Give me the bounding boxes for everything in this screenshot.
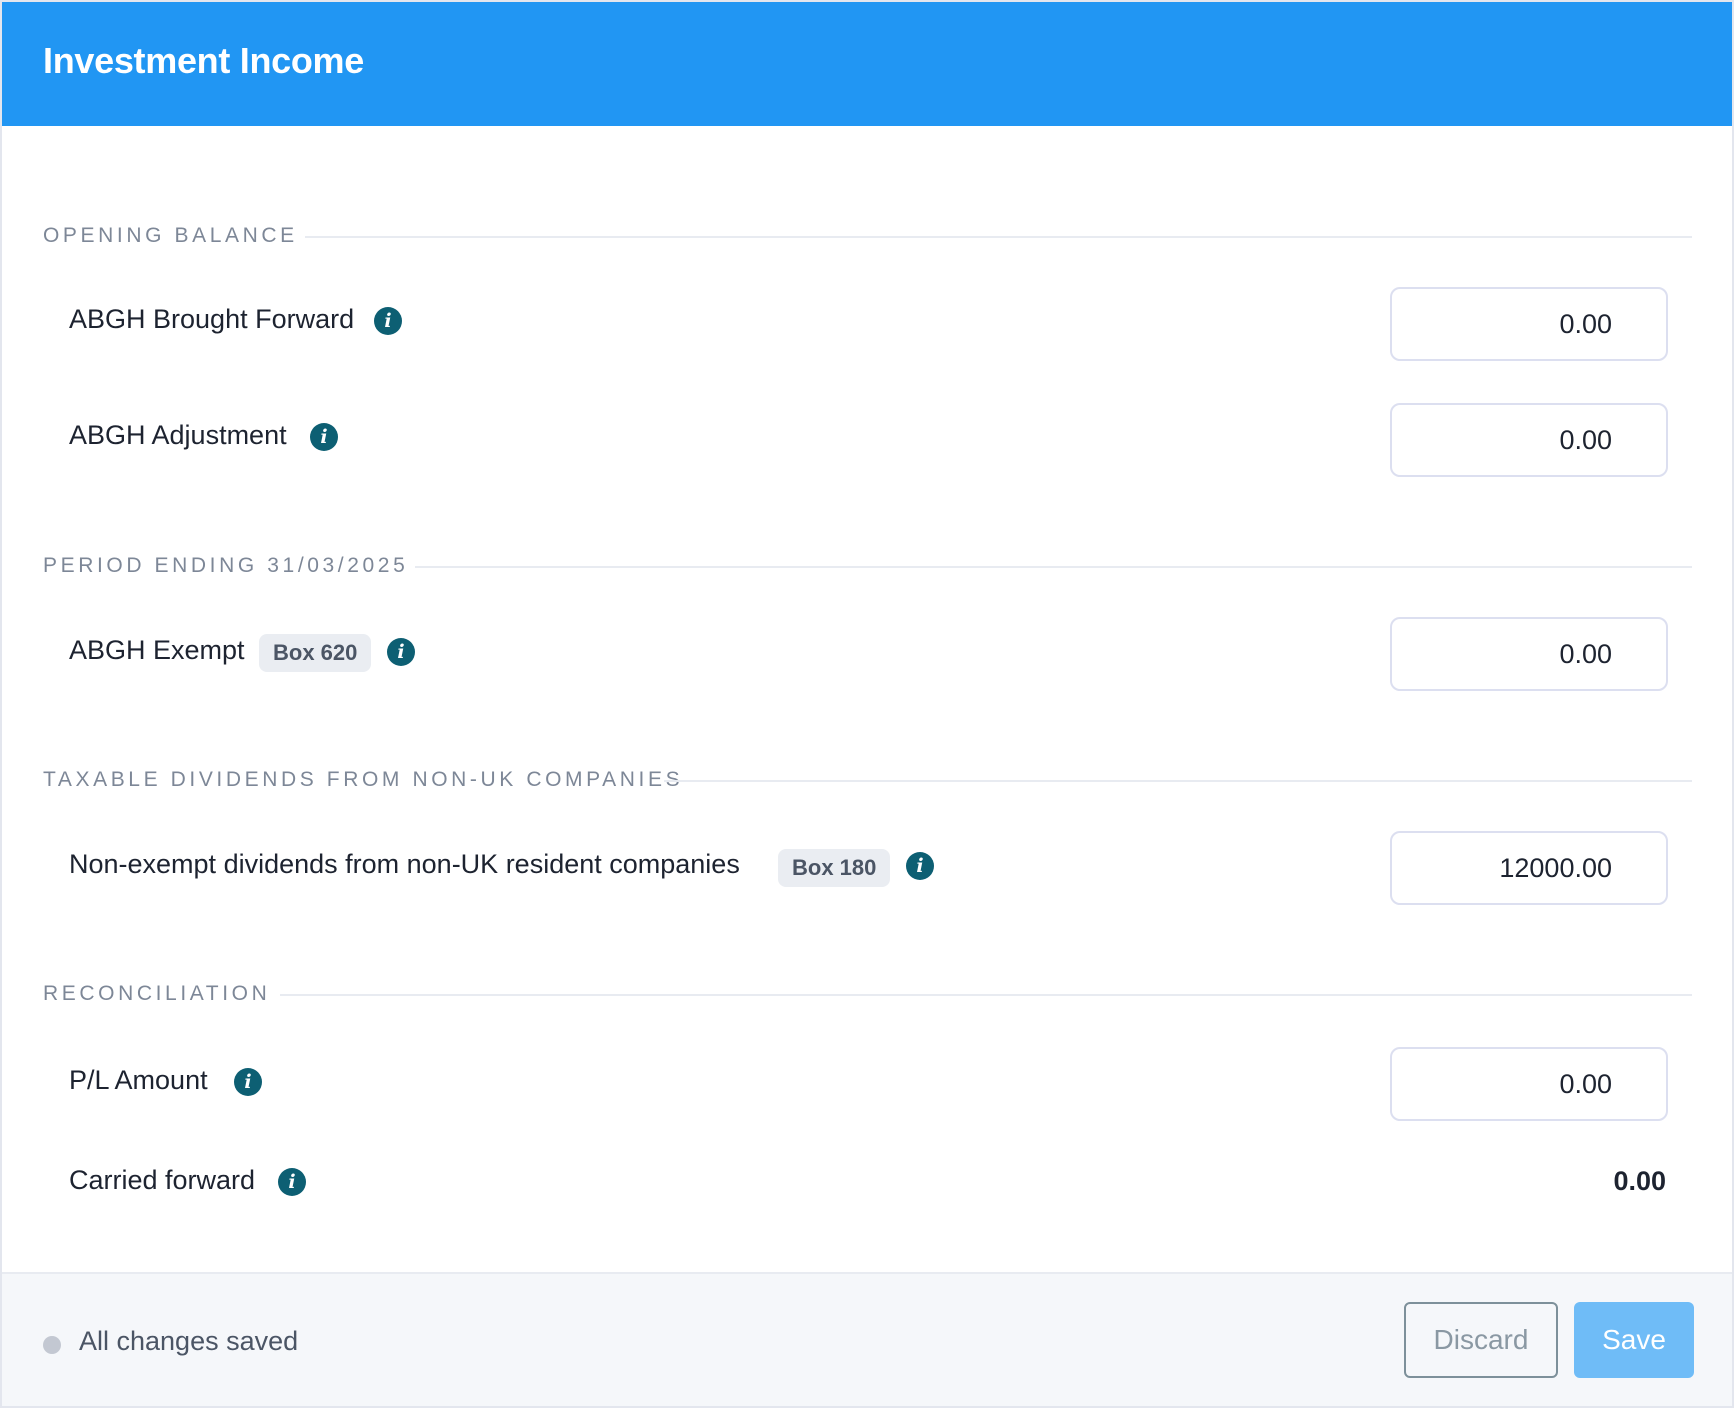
abgh-exempt-input[interactable] [1390,617,1668,691]
info-icon[interactable]: i [234,1068,262,1096]
discard-button[interactable]: Discard [1404,1302,1558,1378]
page-title: Investment Income [43,40,364,81]
panel-header: Investment Income [2,2,1732,126]
info-icon[interactable]: i [278,1168,306,1196]
panel-footer: All changes saved Discard Save [2,1272,1732,1406]
abgh-adjustment-input[interactable] [1390,403,1668,477]
pl-amount-input[interactable] [1390,1047,1668,1121]
row-label-abgh-exempt: ABGH Exempt [69,635,245,665]
info-icon[interactable]: i [906,852,934,880]
status-dot-icon [43,1336,61,1354]
carried-forward-value: 0.00 [1613,1166,1666,1196]
row-label-pl-amount: P/L Amount [69,1065,208,1095]
row-label-abgh-adjustment: ABGH Adjustment [69,420,287,450]
non-exempt-dividends-input[interactable] [1390,831,1668,905]
box-badge: Box 620 [259,634,372,672]
section-divider [664,780,1692,782]
section-divider [280,994,1692,996]
info-icon[interactable]: i [374,307,402,335]
investment-income-panel: Investment Income OPENING BALANCE ABGH B… [0,0,1734,1408]
save-button[interactable]: Save [1574,1302,1694,1378]
row-label-non-exempt-dividends: Non-exempt dividends from non-UK residen… [69,849,740,879]
info-icon[interactable]: i [387,638,415,666]
section-label-period-ending: PERIOD ENDING 31/03/2025 [43,554,409,577]
row-label-abgh-brought-forward: ABGH Brought Forward [69,304,355,334]
box-badge: Box 180 [778,849,891,887]
info-icon[interactable]: i [310,423,338,451]
section-label-opening-balance: OPENING BALANCE [43,224,298,247]
abgh-brought-forward-input[interactable] [1390,287,1668,361]
section-divider [415,566,1692,568]
section-label-reconciliation: RECONCILIATION [43,982,271,1005]
section-divider [305,236,1692,238]
save-status: All changes saved [79,1326,299,1356]
row-label-carried-forward: Carried forward [69,1165,256,1195]
section-label-taxable-dividends: TAXABLE DIVIDENDS FROM NON-UK COMPANIES [43,768,684,791]
